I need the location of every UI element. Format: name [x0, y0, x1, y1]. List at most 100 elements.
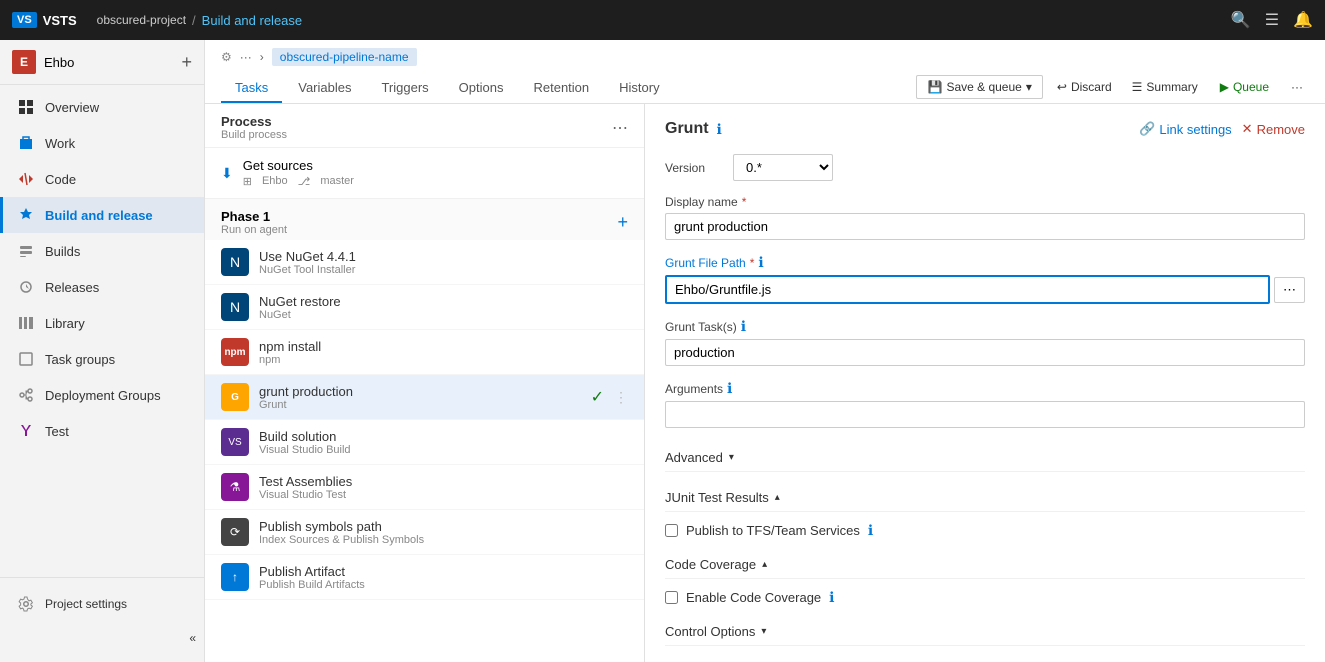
- advanced-section[interactable]: Advanced ▾: [665, 442, 1305, 472]
- tab-tasks[interactable]: Tasks: [221, 74, 282, 103]
- breadcrumb: obscured-project / Build and release: [97, 13, 1231, 28]
- get-sources-info: Get sources ⊞ Ehbo ⎇ master: [243, 158, 354, 188]
- tab-retention[interactable]: Retention: [519, 74, 603, 103]
- chevron-down-icon: ▾: [729, 452, 734, 463]
- arguments-input[interactable]: [665, 401, 1305, 428]
- task-name: Publish Artifact: [259, 564, 628, 579]
- more-dots[interactable]: ···: [240, 50, 252, 64]
- grunt-file-dots-button[interactable]: ⋯: [1274, 277, 1305, 303]
- code-coverage-section[interactable]: Code Coverage ▴: [665, 549, 1305, 579]
- task-icon: ↑: [221, 563, 249, 591]
- sidebar-collapse-button[interactable]: «: [0, 622, 204, 654]
- task-item[interactable]: G grunt production Grunt ✓ ⋮: [205, 375, 644, 420]
- tab-variables[interactable]: Variables: [284, 74, 365, 103]
- control-options-section[interactable]: Control Options ▾: [665, 616, 1305, 646]
- task-name: Use NuGet 4.4.1: [259, 249, 628, 264]
- sidebar-item-releases[interactable]: Releases: [0, 269, 204, 305]
- phase-add-button[interactable]: +: [617, 212, 628, 233]
- sidebar-item-label: Task groups: [45, 352, 115, 367]
- task-icon: npm: [221, 338, 249, 366]
- breadcrumb-link[interactable]: Build and release: [202, 13, 302, 28]
- junit-section[interactable]: JUnit Test Results ▴: [665, 482, 1305, 512]
- info-icon[interactable]: ℹ: [829, 589, 834, 606]
- info-icon[interactable]: ℹ: [727, 380, 732, 397]
- task-item[interactable]: N NuGet restore NuGet: [205, 285, 644, 330]
- task-drag-icon[interactable]: ⋮: [614, 389, 628, 406]
- sidebar-item-build-release[interactable]: Build and release: [0, 197, 204, 233]
- publish-tfs-checkbox[interactable]: [665, 524, 678, 537]
- task-icon: ⟳: [221, 518, 249, 546]
- sidebar-item-task-groups[interactable]: Task groups: [0, 341, 204, 377]
- sidebar-item-label: Releases: [45, 280, 99, 295]
- task-name: grunt production: [259, 384, 581, 399]
- task-panel: Process Build process ⋯ ⬇ Get sources ⊞ …: [205, 104, 645, 662]
- branch-icon: ⎇: [298, 175, 311, 188]
- sidebar-item-code[interactable]: Code: [0, 161, 204, 197]
- task-sub: Grunt: [259, 399, 581, 411]
- enable-coverage-checkbox[interactable]: [665, 591, 678, 604]
- tab-triggers[interactable]: Triggers: [367, 74, 442, 103]
- add-project-button[interactable]: +: [181, 52, 192, 73]
- arguments-label: Arguments ℹ: [665, 380, 1305, 397]
- required-marker: *: [750, 256, 755, 270]
- info-icon[interactable]: ℹ: [758, 254, 763, 271]
- breadcrumb-project: obscured-project: [97, 13, 186, 27]
- close-icon: ✕: [1242, 121, 1253, 137]
- grunt-tasks-input[interactable]: [665, 339, 1305, 366]
- sidebar-item-library[interactable]: Library: [0, 305, 204, 341]
- task-icon: G: [221, 383, 249, 411]
- sidebar-item-project-settings[interactable]: Project settings: [0, 586, 204, 622]
- remove-button[interactable]: ✕ Remove: [1242, 121, 1305, 137]
- process-header: Process Build process ⋯: [205, 104, 644, 148]
- summary-button[interactable]: ☰ Summary: [1126, 76, 1204, 98]
- save-queue-button[interactable]: 💾 Save & queue ▾: [916, 75, 1042, 99]
- task-icon: N: [221, 248, 249, 276]
- content-area: ⚙ ··· › obscured-pipeline-name Tasks Var…: [205, 40, 1325, 662]
- info-icon[interactable]: ℹ: [717, 121, 722, 138]
- info-icon[interactable]: ℹ: [741, 318, 746, 335]
- sidebar-project-left: E Ehbo: [12, 50, 74, 74]
- grunt-tasks-label: Grunt Task(s) ℹ: [665, 318, 1305, 335]
- process-more-icon[interactable]: ⋯: [612, 118, 628, 138]
- grunt-file-input-wrap: [665, 275, 1270, 304]
- sidebar-item-deployment-groups[interactable]: Deployment Groups: [0, 377, 204, 413]
- breadcrumb-sep: /: [192, 13, 196, 28]
- get-sources[interactable]: ⬇ Get sources ⊞ Ehbo ⎇ master: [205, 148, 644, 199]
- task-info: Build solution Visual Studio Build: [259, 429, 628, 456]
- link-settings-button[interactable]: 🔗 Link settings: [1139, 121, 1231, 137]
- sub-header: ⚙ ··· › obscured-pipeline-name Tasks Var…: [205, 40, 1325, 104]
- list-icon[interactable]: ☰: [1265, 10, 1279, 30]
- pipeline-name[interactable]: obscured-pipeline-name: [272, 48, 417, 66]
- bell-icon[interactable]: 🔔: [1293, 10, 1313, 30]
- task-item[interactable]: ↑ Publish Artifact Publish Build Artifac…: [205, 555, 644, 600]
- more-button[interactable]: ···: [1285, 76, 1309, 98]
- task-info: npm install npm: [259, 339, 628, 366]
- sidebar-item-label: Builds: [45, 244, 80, 259]
- task-item[interactable]: npm npm install npm: [205, 330, 644, 375]
- sidebar-item-overview[interactable]: Overview: [0, 89, 204, 125]
- task-item[interactable]: N Use NuGet 4.4.1 NuGet Tool Installer: [205, 240, 644, 285]
- tab-history[interactable]: History: [605, 74, 673, 103]
- sidebar-item-test[interactable]: Test: [0, 413, 204, 449]
- output-variables-section[interactable]: Output Variables ▾: [665, 656, 1305, 662]
- sidebar-project: E Ehbo +: [0, 40, 204, 85]
- version-select[interactable]: 0.*: [733, 154, 833, 181]
- task-info: NuGet restore NuGet: [259, 294, 628, 321]
- grunt-file-path-input[interactable]: [665, 275, 1270, 304]
- tab-options[interactable]: Options: [445, 74, 518, 103]
- search-icon[interactable]: 🔍: [1231, 10, 1251, 30]
- queue-button[interactable]: ▶ Queue: [1212, 76, 1277, 98]
- process-title: Process: [221, 114, 287, 129]
- sidebar-nav: Overview Work Code Build and release: [0, 85, 204, 577]
- task-item[interactable]: ⟳ Publish symbols path Index Sources & P…: [205, 510, 644, 555]
- task-item[interactable]: ⚗ Test Assemblies Visual Studio Test: [205, 465, 644, 510]
- info-icon[interactable]: ℹ: [868, 522, 873, 539]
- discard-button[interactable]: ↩ Discard: [1051, 76, 1118, 98]
- chevron-up-icon: ▴: [762, 559, 767, 570]
- task-name: npm install: [259, 339, 628, 354]
- task-item[interactable]: VS Build solution Visual Studio Build: [205, 420, 644, 465]
- releases-icon: [17, 278, 35, 296]
- display-name-input[interactable]: [665, 213, 1305, 240]
- sidebar-item-work[interactable]: Work: [0, 125, 204, 161]
- sidebar-item-builds[interactable]: Builds: [0, 233, 204, 269]
